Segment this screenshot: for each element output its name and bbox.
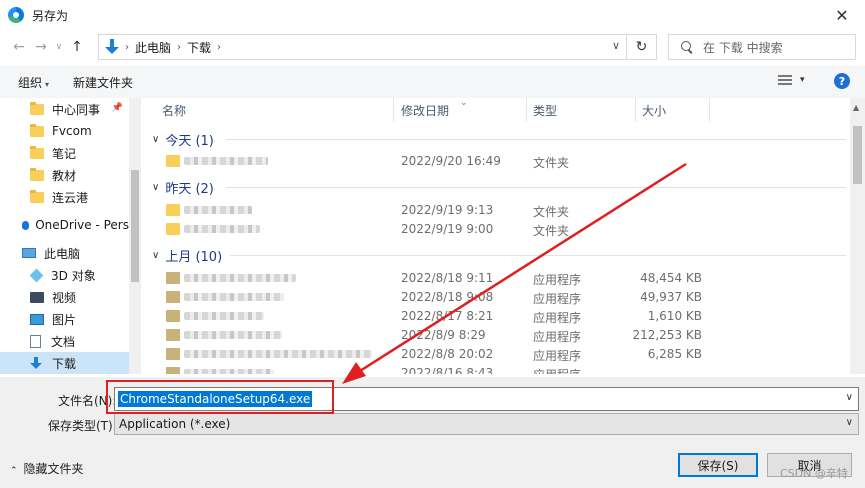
annotation-arrow [342, 162, 687, 384]
watermark: CSDN @辛特 [780, 467, 848, 480]
